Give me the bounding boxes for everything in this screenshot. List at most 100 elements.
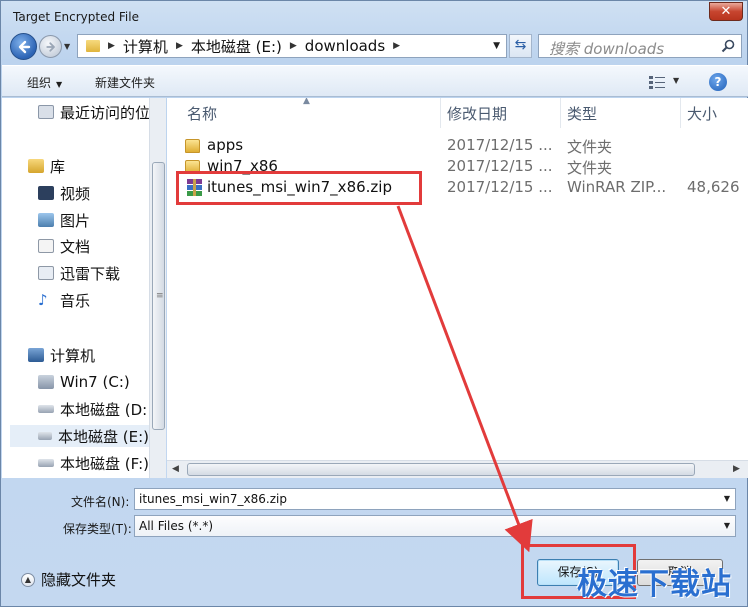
search-icon[interactable] bbox=[721, 39, 735, 53]
chevron-right-icon[interactable]: ▶ bbox=[176, 41, 183, 51]
file-row-apps[interactable]: apps 2017/12/15 ... 文件夹 bbox=[167, 136, 748, 156]
navigation-scrollbar[interactable]: ≡ bbox=[149, 98, 166, 478]
drive-icon bbox=[38, 375, 54, 389]
file-list: ▲ 名称 修改日期 类型 大小 apps 2017/12/15 ... 文件夹 … bbox=[167, 98, 748, 478]
scrollbar-thumb[interactable]: ≡ bbox=[152, 162, 165, 430]
forward-arrow-icon bbox=[46, 42, 55, 52]
change-view-icon[interactable] bbox=[649, 75, 665, 89]
watermark-logo: 极速下载站 bbox=[577, 567, 732, 602]
scrollbar-thumb[interactable] bbox=[187, 463, 695, 476]
column-header-name[interactable]: 名称 bbox=[181, 98, 441, 128]
search-input[interactable]: 搜索 downloads bbox=[538, 34, 742, 58]
breadcrumb-downloads[interactable]: downloads bbox=[305, 37, 385, 55]
file-type: WinRAR ZIP... bbox=[567, 178, 667, 196]
thunder-download-icon bbox=[38, 266, 54, 280]
chevron-right-icon[interactable]: ▶ bbox=[108, 41, 115, 51]
nav-item-label: 图片 bbox=[60, 211, 91, 230]
chevron-right-icon[interactable]: ▶ bbox=[290, 41, 297, 51]
file-size: 48,626 bbox=[687, 178, 740, 196]
nav-item-video[interactable]: 视频 bbox=[38, 182, 90, 204]
chevron-right-icon[interactable]: ▶ bbox=[393, 41, 400, 51]
nav-item-drive-d[interactable]: 本地磁盘 (D: bbox=[38, 398, 147, 420]
organize-label: 组织 bbox=[27, 76, 52, 90]
file-name: apps bbox=[207, 136, 244, 154]
filetype-select[interactable]: All Files (*.*) ▼ bbox=[134, 515, 736, 537]
file-date: 2017/12/15 ... bbox=[447, 136, 553, 154]
pictures-icon bbox=[38, 213, 54, 227]
nav-item-pictures[interactable]: 图片 bbox=[38, 209, 90, 231]
nav-item-thunder-download[interactable]: 迅雷下载 bbox=[38, 262, 120, 284]
nav-item-label: 音乐 bbox=[60, 291, 91, 310]
scroll-left-icon[interactable]: ◀ bbox=[172, 464, 179, 474]
nav-item-drive-e[interactable]: 本地磁盘 (E:) bbox=[10, 425, 149, 447]
file-type: 文件夹 bbox=[567, 159, 613, 177]
chevron-down-icon[interactable]: ▼ bbox=[724, 494, 730, 503]
organize-button[interactable]: 组织 ▼ bbox=[27, 74, 62, 91]
nav-item-documents[interactable]: 文档 bbox=[38, 235, 90, 257]
breadcrumb-computer[interactable]: 计算机 bbox=[123, 36, 168, 57]
close-button[interactable]: ✕ bbox=[709, 2, 743, 21]
navigation-pane: 最近访问的位 库 视频 图片 文档 迅雷下载 ♪ 音乐 计算机 Win7 (C:… bbox=[2, 98, 149, 478]
new-folder-button[interactable]: 新建文件夹 bbox=[95, 74, 155, 91]
folder-icon bbox=[185, 139, 200, 153]
save-file-dialog: Target Encrypted File ✕ ▼ ▶ 计算机 ▶ 本地磁盘 (… bbox=[0, 0, 748, 607]
nav-item-label: Win7 (C:) bbox=[60, 373, 130, 391]
command-toolbar: 组织 ▼ 新建文件夹 ▼ ? bbox=[2, 65, 748, 97]
libraries-icon bbox=[28, 159, 44, 173]
nav-item-computer[interactable]: 计算机 bbox=[28, 344, 95, 366]
title-bar[interactable]: Target Encrypted File ✕ bbox=[1, 1, 747, 31]
nav-item-label: 本地磁盘 (E:) bbox=[57, 427, 149, 446]
scroll-right-icon[interactable]: ▶ bbox=[733, 464, 740, 474]
search-placeholder: 搜索 downloads bbox=[549, 40, 665, 58]
chevron-up-icon: ▲ bbox=[21, 572, 35, 587]
video-icon bbox=[38, 186, 54, 200]
back-button[interactable] bbox=[10, 33, 37, 60]
breadcrumb-drive-e[interactable]: 本地磁盘 (E:) bbox=[191, 36, 282, 57]
nav-item-libraries[interactable]: 库 bbox=[28, 155, 65, 177]
column-header-size[interactable]: 大小 bbox=[681, 98, 748, 128]
file-type: 文件夹 bbox=[567, 138, 613, 156]
filename-field[interactable]: itunes_msi_win7_x86.zip ▼ bbox=[134, 488, 736, 510]
nav-item-music[interactable]: ♪ 音乐 bbox=[38, 289, 90, 311]
recent-pages-dropdown-icon[interactable]: ▼ bbox=[64, 42, 70, 51]
drive-icon bbox=[38, 405, 54, 413]
horizontal-scrollbar[interactable]: ◀ ▶ bbox=[167, 460, 748, 478]
recent-places-icon bbox=[38, 105, 54, 119]
column-header-type[interactable]: 类型 bbox=[561, 98, 681, 128]
computer-icon bbox=[28, 348, 44, 362]
column-header-date[interactable]: 修改日期 bbox=[441, 98, 561, 128]
view-options-dropdown-icon[interactable]: ▼ bbox=[673, 76, 679, 85]
address-history-dropdown-icon[interactable]: ▼ bbox=[493, 41, 500, 51]
help-icon[interactable]: ? bbox=[709, 73, 727, 91]
hide-folders-button[interactable]: ▲ 隐藏文件夹 bbox=[21, 569, 116, 590]
filetype-label: 保存类型(T): bbox=[63, 522, 132, 536]
file-date: 2017/12/15 ... bbox=[447, 178, 553, 196]
filename-label: 文件名(N): bbox=[71, 495, 130, 509]
forward-button[interactable] bbox=[39, 35, 62, 58]
filetype-value: All Files (*.*) bbox=[139, 519, 214, 533]
file-highlight-box bbox=[176, 171, 422, 205]
nav-item-label: 最近访问的位 bbox=[60, 103, 149, 122]
nav-item-label: 计算机 bbox=[50, 346, 96, 365]
filename-value: itunes_msi_win7_x86.zip bbox=[139, 492, 287, 506]
file-date: 2017/12/15 ... bbox=[447, 157, 553, 175]
nav-item-label: 库 bbox=[50, 157, 66, 176]
nav-item-drive-f[interactable]: 本地磁盘 (F:) bbox=[38, 452, 149, 474]
documents-icon bbox=[38, 239, 54, 253]
chevron-down-icon: ▼ bbox=[56, 80, 63, 89]
nav-item-label: 视频 bbox=[60, 184, 91, 203]
nav-item-label: 文档 bbox=[60, 237, 91, 256]
window-title: Target Encrypted File bbox=[13, 10, 139, 24]
refresh-icon: ⇆ bbox=[514, 37, 527, 53]
drive-icon bbox=[38, 459, 54, 467]
music-icon: ♪ bbox=[38, 291, 48, 309]
hide-folders-label: 隐藏文件夹 bbox=[41, 571, 117, 589]
back-arrow-icon bbox=[18, 40, 31, 54]
drive-icon bbox=[38, 432, 52, 440]
address-bar[interactable]: ▶ 计算机 ▶ 本地磁盘 (E:) ▶ downloads ▶ ▼ bbox=[77, 34, 507, 58]
nav-item-recent-places[interactable]: 最近访问的位 bbox=[38, 101, 149, 123]
nav-item-drive-c[interactable]: Win7 (C:) bbox=[38, 371, 130, 393]
refresh-button[interactable]: ⇆ bbox=[509, 34, 532, 58]
grip-icon: ≡ bbox=[156, 291, 164, 301]
nav-item-label: 本地磁盘 (F:) bbox=[60, 454, 149, 473]
